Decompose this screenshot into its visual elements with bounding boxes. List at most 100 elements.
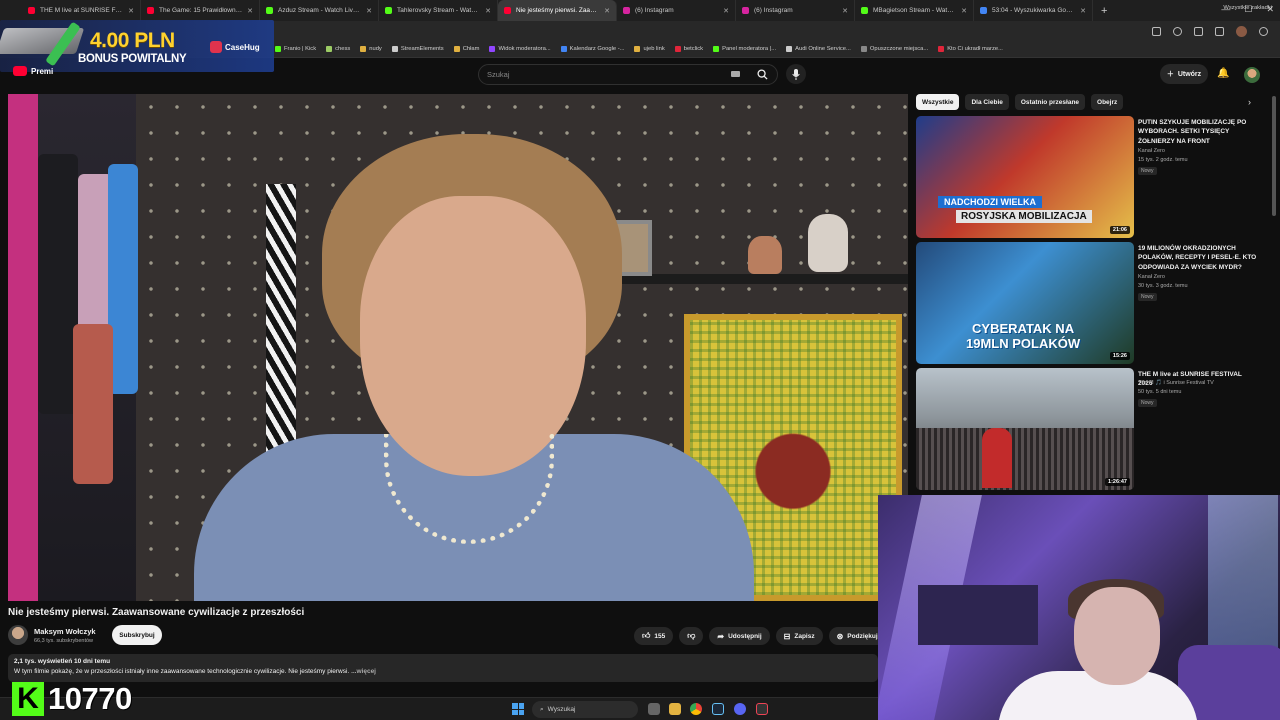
recommendation-item[interactable]: 1:26:47 THE M live at SUNRISE FESTIVAL 2… <box>916 368 1266 490</box>
notifications-bell-icon[interactable]: 🔔 <box>1217 68 1229 79</box>
video-thumbnail[interactable]: NADCHODZI WIELKA ROSYJSKA MOBILIZACJA 21… <box>916 116 1134 238</box>
streamer-webcam <box>878 495 1280 720</box>
recommendation-title[interactable]: 19 MILIONÓW OKRADZIONYCH POLAKÓW, RECEPT… <box>1138 244 1258 272</box>
chevron-right-icon[interactable]: › <box>1248 97 1251 107</box>
tab-favicon-icon <box>742 7 749 14</box>
browser-tab[interactable]: MBagietson Stream - Watch Liv ✕ <box>855 0 974 21</box>
recommendation-item[interactable]: CYBERATAK NA 19MLN POLAKÓW 15:26 19 MILIO… <box>916 242 1266 364</box>
new-tab-button[interactable]: + <box>1093 5 1115 17</box>
filter-chips: Wszystkie Dla Ciebie Ostatnio przesłane Obe… <box>916 94 1262 110</box>
steam-icon[interactable] <box>712 703 724 715</box>
new-badge: Nowy <box>1138 399 1157 407</box>
recommendation-meta: 15 tys. 2 godz. temu <box>1138 157 1188 163</box>
close-tab-icon[interactable]: ✕ <box>1080 7 1086 15</box>
keyboard-icon[interactable] <box>731 71 740 77</box>
filter-chip[interactable]: Obejrz <box>1091 94 1124 110</box>
bookmark-favicon-icon <box>391 46 398 52</box>
taskbar-search-label: Wyszukaj <box>547 706 576 713</box>
task-view-icon[interactable] <box>648 703 660 715</box>
create-button[interactable]: ＋ Utwórz <box>1160 64 1208 84</box>
bookmark-item[interactable]: Opuszczone miejsca... <box>860 46 928 52</box>
youtube-account-avatar[interactable] <box>1244 67 1260 83</box>
promo-bonus-amount: 4.00 PLN <box>90 29 175 52</box>
share-button[interactable]: ➦ Udostępnij <box>709 627 770 645</box>
kick-logo-icon: K <box>12 682 44 716</box>
close-tab-icon[interactable]: ✕ <box>128 7 134 15</box>
close-tab-icon[interactable]: ✕ <box>247 7 253 15</box>
all-bookmarks-button[interactable]: Wszystkie zakładki <box>1223 5 1272 11</box>
bookmark-item[interactable]: betclick <box>674 46 703 52</box>
recommendation-item[interactable]: NADCHODZI WIELKA ROSYJSKA MOBILIZACJA 21… <box>916 116 1266 238</box>
app-icon[interactable] <box>756 703 768 715</box>
browser-tab[interactable]: Nie jesteśmy pierwsi. Zaawans ✕ <box>498 0 617 21</box>
file-explorer-icon[interactable] <box>669 703 681 715</box>
save-button[interactable]: ⊟ Zapisz <box>775 627 823 645</box>
close-tab-icon[interactable]: ✕ <box>485 7 491 15</box>
search-button[interactable] <box>750 65 774 84</box>
bookmark-star-icon[interactable] <box>1173 26 1182 36</box>
description-body: W tym filmie pokażę, że w przeszłości is… <box>14 668 350 675</box>
filter-chip[interactable]: Wszystkie <box>916 94 960 110</box>
channel-name[interactable]: Maksym Wołczyk <box>34 627 96 636</box>
extensions-icon[interactable] <box>1194 26 1203 36</box>
bookmark-item[interactable]: Chłam <box>453 46 479 52</box>
bookmark-item[interactable]: StreamElements <box>391 46 444 52</box>
bookmark-item[interactable]: nudy <box>360 46 382 52</box>
start-button[interactable] <box>512 703 524 715</box>
chrome-icon[interactable] <box>690 703 702 715</box>
close-tab-icon[interactable]: ✕ <box>961 7 967 15</box>
browser-profile-avatar[interactable] <box>1236 25 1247 37</box>
discord-icon[interactable] <box>734 703 746 715</box>
like-button[interactable]: 👍︎ 155 <box>634 627 674 645</box>
create-label: Utwórz <box>1177 70 1202 78</box>
tab-title: Tahlerovsky Stream - Watch Liv <box>397 7 481 14</box>
bookmark-item[interactable]: Kalendarz Google -... <box>560 46 624 52</box>
close-tab-icon[interactable]: ✕ <box>604 7 610 15</box>
taskbar-search[interactable]: ⌕ Wyszukaj <box>532 701 638 718</box>
browser-tab[interactable]: (6) Instagram ✕ <box>736 0 855 21</box>
save-label: Zapisz <box>794 632 815 640</box>
channel-avatar[interactable] <box>8 625 28 645</box>
tab-favicon-icon <box>147 7 154 14</box>
scrollbar[interactable] <box>1272 96 1276 216</box>
bookmark-item[interactable]: Franio | Kick <box>275 46 316 52</box>
close-tab-icon[interactable]: ✕ <box>723 7 729 15</box>
close-tab-icon[interactable]: ✕ <box>366 7 372 15</box>
description-text: W tym filmie pokażę, że w przeszłości is… <box>14 668 872 675</box>
share-icon: ➦ <box>717 631 725 641</box>
video-thumbnail[interactable]: CYBERATAK NA 19MLN POLAKÓW 15:26 <box>916 242 1134 364</box>
subscribe-button[interactable]: Subskrybuj <box>112 625 162 645</box>
browser-tab[interactable]: THE M live at SUNRISE FESTIVAL ✕ <box>22 0 141 21</box>
bookmark-item[interactable]: Panel moderatora |... <box>713 46 776 52</box>
video-description[interactable]: 2,1 tys. wyświetleń 10 dni temu W tym fi… <box>8 654 878 682</box>
bookmark-item[interactable]: Widok moderatora... <box>489 46 551 52</box>
bookmark-item[interactable]: ujeb link <box>634 46 665 52</box>
cast-icon[interactable] <box>1152 26 1161 36</box>
close-tab-icon[interactable]: ✕ <box>842 7 848 15</box>
bookmark-item[interactable]: Kto Ci ukradł marze... <box>938 46 1003 52</box>
bookmark-item[interactable]: chess <box>326 46 350 52</box>
recommendation-meta: 50 tys. 5 dni temu <box>1138 389 1182 395</box>
filter-chip[interactable]: Dla Ciebie <box>965 94 1009 110</box>
browser-tab[interactable]: Tahlerovsky Stream - Watch Liv ✕ <box>379 0 498 21</box>
recommendation-title[interactable]: PUTIN SZYKUJE MOBILIZACJĘ PO WYBORACH. S… <box>1138 118 1258 146</box>
recommendation-channel[interactable]: Kanał Zero <box>1138 274 1165 280</box>
tab-favicon-icon <box>266 7 273 14</box>
browser-menu-icon[interactable] <box>1259 26 1268 36</box>
browser-tab[interactable]: Azduz Stream - Watch Live on K ✕ <box>260 0 379 21</box>
video-thumbnail[interactable]: 1:26:47 <box>916 368 1134 490</box>
recommendation-channel[interactable]: The M 🎵 i Sunrise Festival TV <box>1138 380 1214 386</box>
bookmark-label: Audi Online Service... <box>795 46 851 52</box>
video-player[interactable] <box>8 94 908 601</box>
bookmark-item[interactable]: Audi Online Service... <box>786 46 851 52</box>
browser-tab[interactable]: The Game: 15 Prawidłowników vs ✕ <box>141 0 260 21</box>
show-more-link[interactable]: ...więcej <box>351 668 376 675</box>
browser-tab[interactable]: (6) Instagram ✕ <box>617 0 736 21</box>
recommendation-channel[interactable]: Kanał Zero <box>1138 148 1165 154</box>
dislike-button[interactable]: 👎︎ <box>679 627 704 645</box>
filter-chip[interactable]: Ostatnio przesłane <box>1014 94 1086 110</box>
youtube-logo[interactable]: Premi <box>13 66 53 76</box>
voice-search-button[interactable] <box>786 64 806 84</box>
downloads-icon[interactable] <box>1215 26 1224 36</box>
browser-tab[interactable]: 53:04 - Wyszukiwarka Google ✕ <box>974 0 1093 21</box>
